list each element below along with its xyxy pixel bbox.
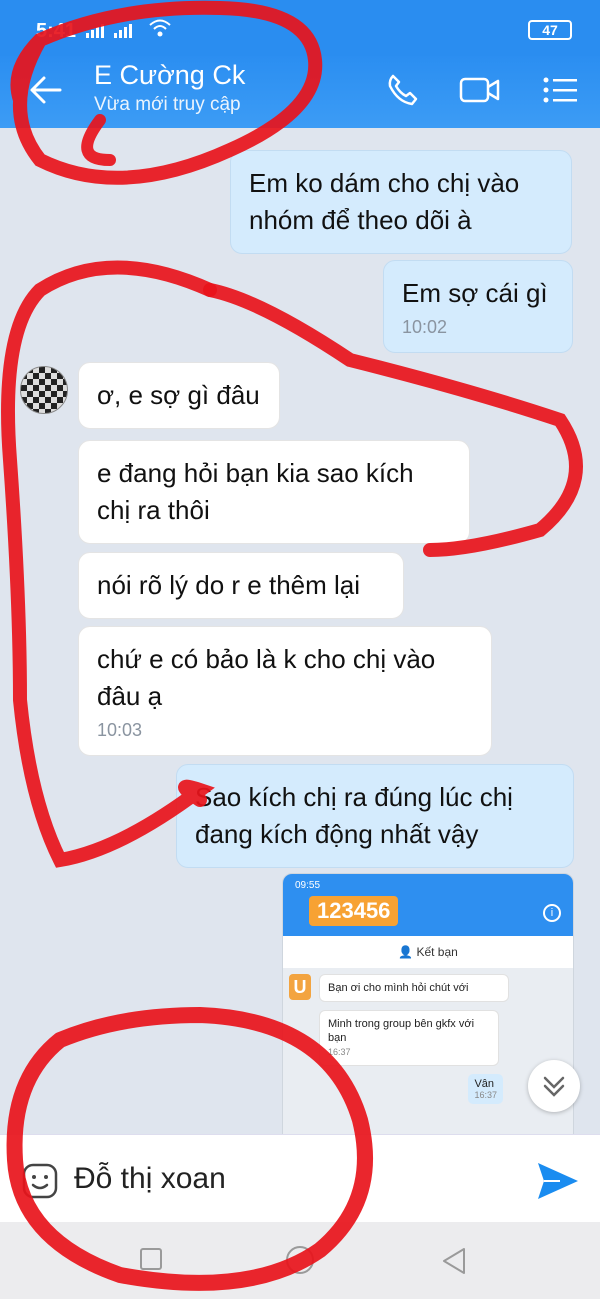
message-bubble[interactable]: ơ, e sợ gì đâu: [78, 362, 280, 429]
image-message: Minh trong group bên gkfx với bạn 16:37: [319, 1010, 499, 1066]
back-triangle-icon[interactable]: [440, 1246, 468, 1281]
message-composer: [0, 1134, 600, 1222]
contact-avatar[interactable]: [20, 366, 68, 414]
message-text: chứ e có bảo là k cho chị vào đâu ạ: [97, 644, 436, 711]
system-nav-bar: [0, 1222, 600, 1299]
info-icon: i: [543, 904, 561, 922]
image-header: 09:55 123456 i: [283, 874, 573, 936]
message-text: Em ko dám cho chị vào nhóm để theo dõi à: [249, 168, 520, 235]
image-title: 123456: [309, 896, 399, 926]
message-text: e đang hỏi bạn kia sao kích chị ra thôi: [97, 458, 414, 525]
image-add-friend-label: Kết bạn: [416, 945, 458, 959]
message-bubble[interactable]: Em ko dám cho chị vào nhóm để theo dõi à: [230, 150, 572, 254]
message-text: Sao kích chị ra đúng lúc chị đang kích đ…: [195, 782, 513, 849]
image-reply-text: Vân: [474, 1078, 495, 1090]
message-text: nói rõ lý do r e thêm lại: [97, 570, 361, 600]
image-message-time: 16:37: [328, 1047, 351, 1057]
wifi-icon: [148, 18, 172, 43]
send-icon[interactable]: [536, 1161, 580, 1206]
chat-area[interactable]: Em ko dám cho chị vào nhóm để theo dõi à…: [0, 128, 600, 1134]
image-reply-time: 16:37: [474, 1090, 497, 1100]
sticker-icon[interactable]: [22, 1163, 58, 1204]
back-arrow-icon[interactable]: [24, 70, 68, 110]
chat-header: E Cường Ck Vừa mới truy cập: [0, 56, 600, 128]
scroll-down-button[interactable]: [528, 1060, 580, 1112]
image-add-friend: 👤 Kết bạn: [283, 936, 573, 968]
video-call-icon[interactable]: [458, 72, 502, 113]
message-text: Em sợ cái gì: [402, 278, 548, 308]
image-message: Bạn ơi cho mình hỏi chút với: [319, 974, 509, 1002]
message-bubble[interactable]: Sao kích chị ra đúng lúc chị đang kích đ…: [176, 764, 574, 868]
message-bubble[interactable]: chứ e có bảo là k cho chị vào đâu ạ 10:0…: [78, 626, 492, 756]
message-time: 10:03: [97, 720, 143, 740]
signal-icon: [86, 22, 142, 43]
message-time: 10:02: [402, 317, 448, 337]
image-avatar: U: [289, 974, 311, 1000]
message-bubble[interactable]: Em sợ cái gì 10:02: [383, 260, 573, 353]
phone-call-icon[interactable]: [384, 72, 420, 113]
image-reply: Vân 16:37: [468, 1074, 503, 1104]
message-bubble[interactable]: e đang hỏi bạn kia sao kích chị ra thôi: [78, 440, 470, 544]
battery-indicator: 47: [528, 20, 572, 40]
message-input[interactable]: [74, 1155, 514, 1203]
menu-icon[interactable]: [540, 72, 580, 113]
status-time: 5:41: [36, 20, 77, 42]
home-icon[interactable]: [286, 1246, 314, 1274]
image-status-time: 09:55: [295, 880, 321, 891]
message-text: ơ, e sợ gì đâu: [97, 380, 260, 410]
image-message-text: Bạn ơi cho mình hỏi chút với: [328, 982, 469, 994]
double-chevron-down-icon: [543, 1076, 565, 1097]
contact-name[interactable]: E Cường Ck: [94, 60, 245, 91]
message-bubble[interactable]: nói rõ lý do r e thêm lại: [78, 552, 404, 619]
image-message-text: Minh trong group bên gkfx với bạn: [328, 1018, 475, 1044]
person-add-icon: 👤: [398, 945, 414, 959]
status-bar: 5:41 47: [0, 0, 600, 56]
contact-status: Vừa mới truy cập: [94, 94, 241, 115]
recent-apps-icon[interactable]: [140, 1248, 162, 1270]
